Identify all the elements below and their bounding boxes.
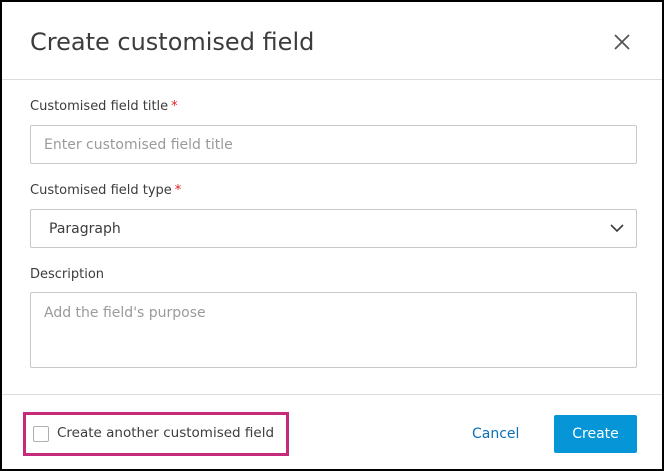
title-input[interactable] — [30, 125, 637, 164]
description-input[interactable] — [30, 292, 637, 368]
cancel-button[interactable]: Cancel — [472, 426, 519, 442]
create-another-label[interactable]: Create another customised field — [57, 425, 274, 441]
create-another-checkbox[interactable] — [33, 426, 49, 442]
create-button[interactable]: Create — [554, 415, 637, 453]
chevron-down-icon — [610, 224, 624, 233]
dialog-title: Create customised field — [30, 28, 315, 56]
dialog-footer: Create another customised field Cancel C… — [2, 394, 662, 469]
required-marker: * — [171, 99, 178, 114]
type-select[interactable]: Paragraph — [30, 209, 637, 248]
type-label-text: Customised field type — [30, 183, 172, 198]
description-label: Description — [30, 267, 105, 282]
required-marker: * — [174, 183, 182, 198]
title-label-text: Customised field title — [30, 99, 169, 114]
type-select-value: Paragraph — [49, 220, 121, 237]
highlight-box: Create another customised field — [23, 412, 289, 456]
dialog-header: Create customised field — [2, 2, 662, 80]
close-icon[interactable] — [612, 32, 632, 52]
type-label: Customised field type * — [30, 183, 181, 198]
title-label: Customised field title * — [30, 99, 178, 114]
